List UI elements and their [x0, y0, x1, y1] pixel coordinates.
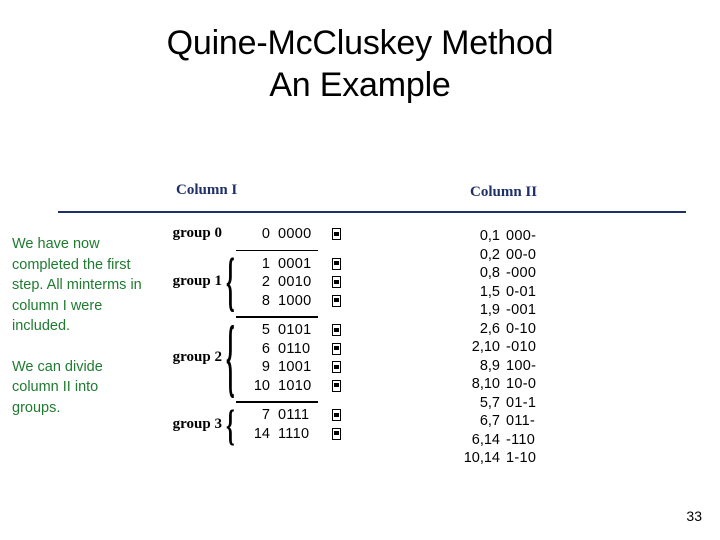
group-label: group 0: [172, 225, 222, 242]
check-box-icon: [332, 342, 341, 355]
title-line-2: An Example: [269, 66, 451, 104]
page-title: Quine-McCluskey Method An Example: [0, 22, 720, 106]
title-line-1: Quine-McCluskey Method: [166, 24, 554, 62]
check-box-icon: [332, 294, 341, 307]
minterm-index: 14: [253, 425, 270, 442]
implicant-bits: 0-10: [506, 320, 537, 337]
check-box-icon: [332, 257, 341, 270]
minterm-bits: 1000: [278, 292, 312, 309]
minterm-bits: 0111: [278, 407, 310, 423]
column-1-header: Column I: [176, 182, 238, 198]
group-brace: {: [226, 400, 235, 450]
minterm-bits: 1010: [278, 377, 312, 394]
minterm-bits: 0101: [278, 322, 312, 338]
group-label: group 2: [172, 349, 222, 365]
group-label: group 1: [172, 273, 222, 290]
implicant-minterms: 0,8: [479, 265, 500, 281]
minterm-bits: 1110: [278, 425, 310, 442]
column-1-table: 0 0000 group 0 1 0001 2 0010 8 1000 group 1{5 0101…: [160, 225, 341, 456]
implicant-bits: 01-1: [506, 394, 537, 411]
page-number: 33: [686, 508, 702, 524]
commentary-paragraph-2: We can divide column II into groups.: [12, 358, 103, 416]
implicant-minterms: 0,1: [479, 228, 500, 244]
implicant-minterms: 8,9: [479, 357, 500, 374]
implicant-bits: 100-: [506, 357, 537, 374]
implicant-bits: -010: [506, 339, 537, 355]
implicant-minterms: 8,10: [471, 376, 500, 392]
minterm-index: 5: [261, 322, 270, 338]
implicant-minterms: 5,7: [479, 394, 500, 411]
check-box-icon: [332, 324, 341, 336]
check-box-icon: [332, 361, 341, 373]
check-box-icon: [332, 228, 341, 240]
column-2-header: Column II: [470, 184, 538, 200]
minterm-index: 7: [261, 407, 270, 423]
minterm-bits: 0010: [278, 274, 312, 290]
implicant-bits: 00-0: [506, 246, 537, 263]
implicant-bits: -000: [506, 265, 537, 281]
implicant-bits: 011-: [506, 413, 536, 429]
group-brace: {: [226, 245, 235, 319]
implicant-minterms: 6,7: [479, 413, 500, 429]
minterm-bits: 0001: [278, 255, 312, 272]
check-box-icon: [332, 276, 341, 288]
minterm-bits: 1001: [278, 359, 312, 375]
implicant-minterms: 2,6: [479, 320, 500, 337]
check-box-icon: [332, 379, 341, 392]
minterm-index: 0: [261, 226, 270, 242]
minterm-index: 9: [261, 359, 270, 375]
implicant-bits: -001: [506, 302, 537, 318]
minterm-index: 8: [261, 292, 270, 309]
group-brace: {: [226, 308, 235, 407]
commentary-paragraph-1: We have now completed the first step. Al…: [12, 236, 142, 334]
group-separator-line: [236, 316, 318, 318]
implicant-bits: 0-01: [506, 283, 537, 300]
implicant-minterms: 6,14: [471, 431, 500, 448]
implicant-minterms: 1,5: [479, 283, 500, 300]
implicant-minterms: 1,9: [479, 302, 500, 318]
implicant-minterms: 2,10: [471, 339, 500, 355]
implicant-bits: 1-10: [506, 450, 537, 466]
minterm-index: 10: [253, 377, 270, 394]
check-box-icon: [332, 427, 341, 440]
implicant-minterms: 10,14: [463, 450, 500, 466]
header-divider-rule: [58, 211, 686, 213]
minterm-index: 6: [261, 340, 270, 357]
implicant-bits: -110: [506, 431, 536, 448]
implicant-minterms: 0,2: [479, 246, 500, 263]
minterm-index: 2: [261, 274, 270, 290]
commentary-text: We have now completed the first step. Al…: [12, 234, 144, 418]
minterm-bits: 0110: [278, 340, 311, 357]
group-separator-line: [236, 401, 318, 403]
minterm-index: 1: [261, 255, 270, 272]
group-separator-line: [236, 249, 318, 252]
implicant-bits: 10-0: [506, 376, 537, 392]
check-box-icon: [332, 409, 341, 421]
group-label: group 3: [172, 415, 222, 432]
implicant-bits: 000-: [506, 228, 537, 244]
minterm-bits: 0000: [278, 226, 312, 242]
